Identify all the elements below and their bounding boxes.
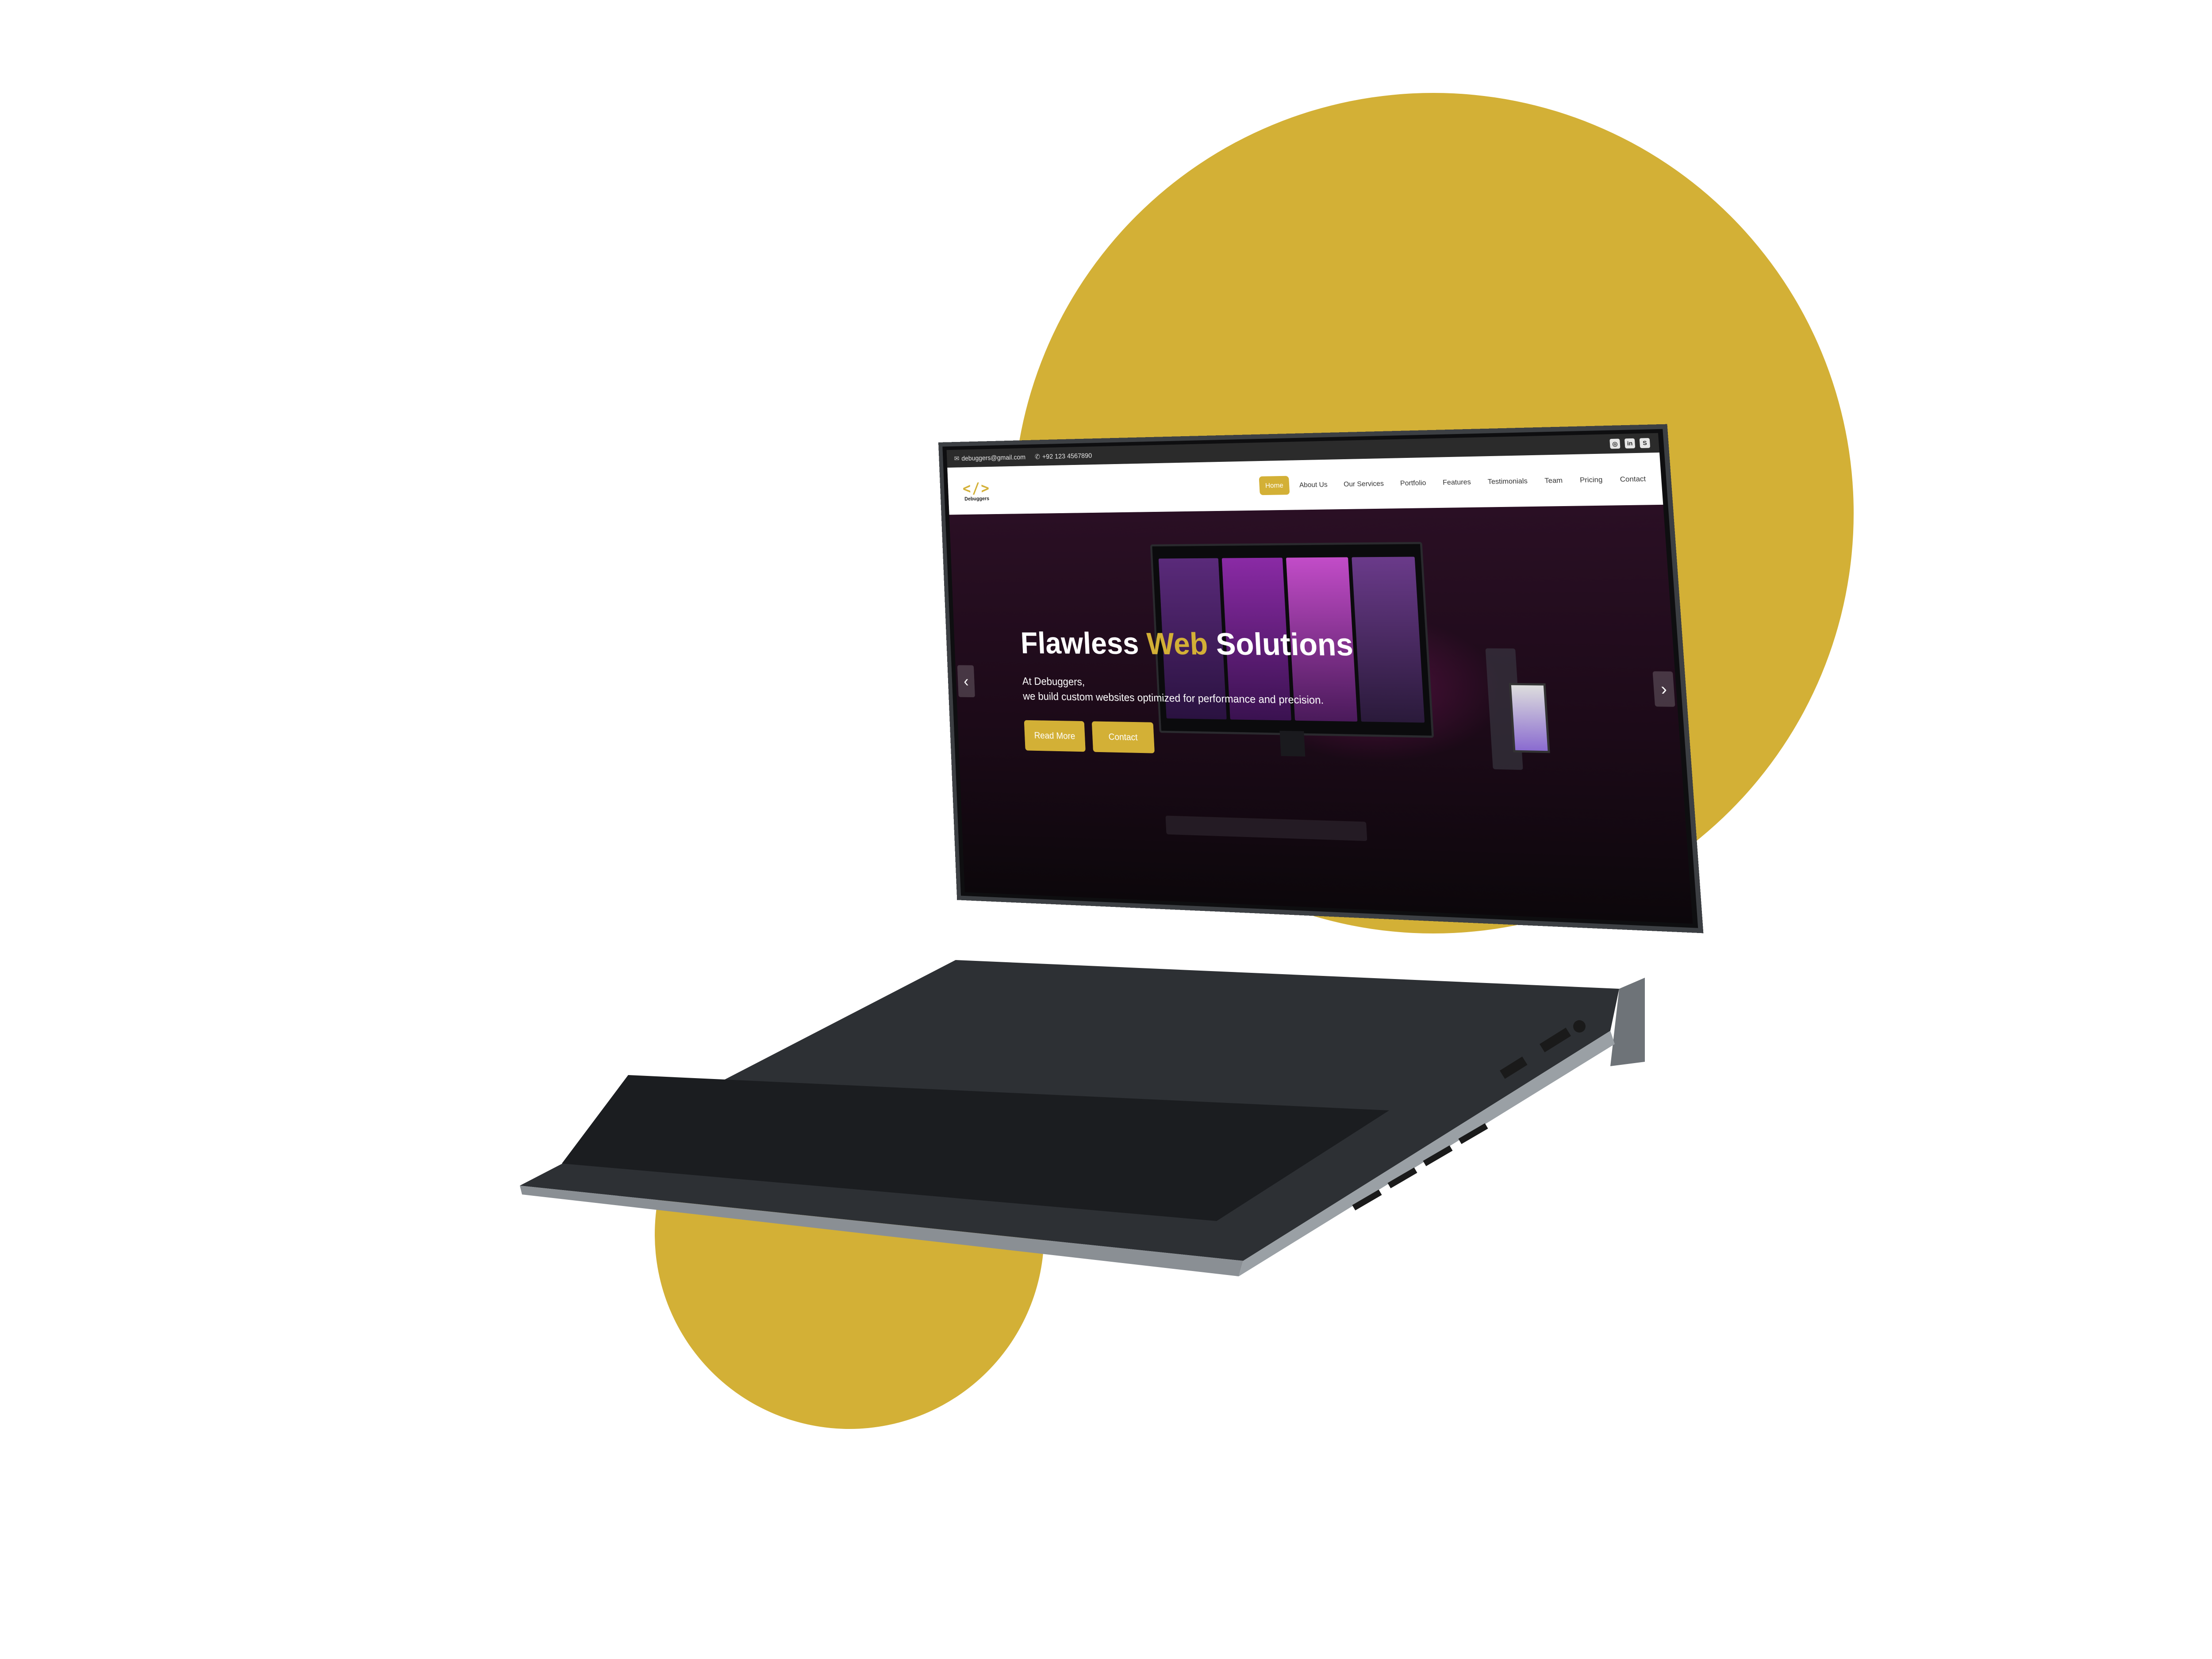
read-more-button[interactable]: Read More	[1024, 720, 1086, 752]
logo-text: Debuggers	[964, 495, 990, 502]
hero-slider: Flawless Web Solutions At Debuggers, we …	[949, 504, 1693, 924]
instagram-icon[interactable]: ◎	[1609, 438, 1621, 449]
website-viewport: ✉ debuggers@gmail.com ✆ +92 123 4567890 …	[946, 433, 1693, 924]
nav-item-team[interactable]: Team	[1537, 470, 1570, 490]
background-device	[1509, 683, 1550, 753]
nav-item-about-us[interactable]: About Us	[1293, 475, 1334, 495]
chevron-right-icon[interactable]: ›	[1652, 671, 1675, 707]
nav-item-testimonials[interactable]: Testimonials	[1481, 471, 1535, 492]
hero-title-part2: Solutions	[1207, 626, 1354, 663]
email-contact[interactable]: ✉ debuggers@gmail.com	[954, 453, 1025, 462]
linkedin-icon[interactable]: in	[1624, 438, 1636, 449]
social-links: ◎ in S	[1609, 438, 1651, 449]
hero-title-part1: Flawless	[1020, 626, 1148, 661]
nav-item-home[interactable]: Home	[1259, 476, 1290, 495]
nav-item-our-services[interactable]: Our Services	[1337, 474, 1390, 494]
hero-title: Flawless Web Solutions	[1020, 626, 1354, 663]
phone-icon: ✆	[1034, 453, 1041, 461]
logo-code-icon: </>	[962, 479, 991, 497]
nav-menu: Home About Us Our Services Portfolio Fea…	[1259, 469, 1653, 495]
nav-item-features[interactable]: Features	[1436, 472, 1478, 492]
nav-item-contact[interactable]: Contact	[1613, 469, 1653, 489]
hero-subtitle-line2: we build custom websites optimized for p…	[1022, 690, 1324, 707]
site-logo[interactable]: </> Debuggers	[962, 480, 991, 502]
nav-item-pricing[interactable]: Pricing	[1573, 470, 1610, 490]
audio-jack	[1573, 1020, 1586, 1033]
contact-button[interactable]: Contact	[1091, 721, 1155, 753]
monitor-stand	[1279, 730, 1306, 757]
nav-item-portfolio[interactable]: Portfolio	[1394, 473, 1433, 493]
monitor-panel	[1352, 557, 1425, 723]
background-keyboard	[1165, 815, 1367, 841]
laptop-screen: ✉ debuggers@gmail.com ✆ +92 123 4567890 …	[938, 424, 1704, 933]
phone-text: +92 123 4567890	[1042, 451, 1092, 461]
hero-title-accent: Web	[1146, 626, 1209, 661]
email-text: debuggers@gmail.com	[961, 453, 1026, 462]
phone-contact[interactable]: ✆ +92 123 4567890	[1035, 452, 1092, 461]
contact-info: ✉ debuggers@gmail.com ✆ +92 123 4567890	[954, 451, 1102, 462]
mail-icon: ✉	[954, 455, 960, 463]
hero-subtitle: At Debuggers, we build custom websites o…	[1022, 674, 1324, 708]
chevron-left-icon[interactable]: ‹	[957, 665, 975, 698]
skype-icon[interactable]: S	[1639, 438, 1651, 449]
